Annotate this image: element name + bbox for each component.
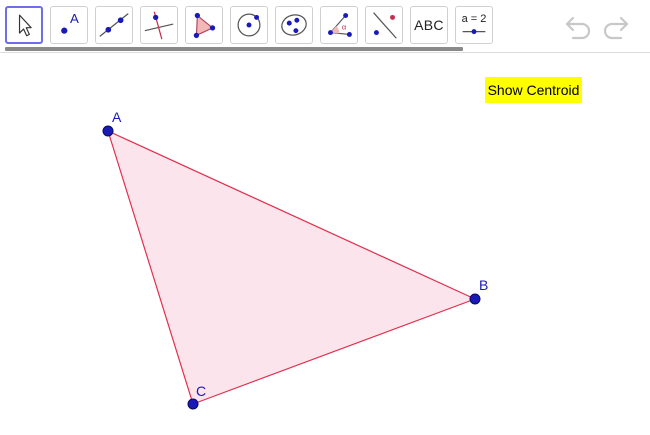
angle-icon-glyph: α xyxy=(342,23,347,32)
text-tool-label: ABC xyxy=(414,17,444,33)
show-centroid-button[interactable]: Show Centroid xyxy=(485,77,582,103)
point-icon-label: A xyxy=(70,11,79,26)
slider-icon xyxy=(462,29,486,35)
point-a-label: A xyxy=(112,109,122,125)
triangle-abc[interactable] xyxy=(107,130,476,405)
angle-icon: α xyxy=(328,13,352,37)
ellipse-tool-button[interactable] xyxy=(275,6,313,44)
toolbar: A α ABC a = 2 xyxy=(0,0,650,53)
text-tool-button[interactable]: ABC xyxy=(410,6,448,44)
line-tool-button[interactable] xyxy=(95,6,133,44)
point-a[interactable] xyxy=(102,125,114,137)
redo-button[interactable] xyxy=(601,12,631,40)
point-c[interactable] xyxy=(187,398,199,410)
reflect-tool-button[interactable] xyxy=(365,6,403,44)
ellipse-icon xyxy=(281,14,307,36)
cursor-arrow-icon xyxy=(18,14,32,37)
reflect-icon xyxy=(373,12,397,39)
circle-icon xyxy=(237,13,261,37)
polygon-icon xyxy=(193,12,216,39)
perpendicular-line-icon xyxy=(144,11,174,40)
graphics-canvas[interactable]: A B C xyxy=(0,54,650,435)
polygon-tool-button[interactable] xyxy=(185,6,223,44)
slider-tool-button[interactable]: a = 2 xyxy=(455,6,493,44)
point-b[interactable] xyxy=(469,293,481,305)
point-tool-button[interactable]: A xyxy=(50,6,88,44)
redo-icon xyxy=(603,16,629,40)
undo-icon xyxy=(565,16,591,40)
undo-button[interactable] xyxy=(563,12,593,40)
circle-tool-button[interactable] xyxy=(230,6,268,44)
line-icon xyxy=(99,13,129,37)
point-icon: A xyxy=(61,11,79,34)
perpendicular-line-tool-button[interactable] xyxy=(140,6,178,44)
angle-tool-button[interactable]: α xyxy=(320,6,358,44)
toolbar-scrollbar[interactable] xyxy=(5,47,463,51)
point-c-label: C xyxy=(196,383,206,399)
point-b-label: B xyxy=(479,277,488,293)
move-tool-button[interactable] xyxy=(5,6,43,44)
